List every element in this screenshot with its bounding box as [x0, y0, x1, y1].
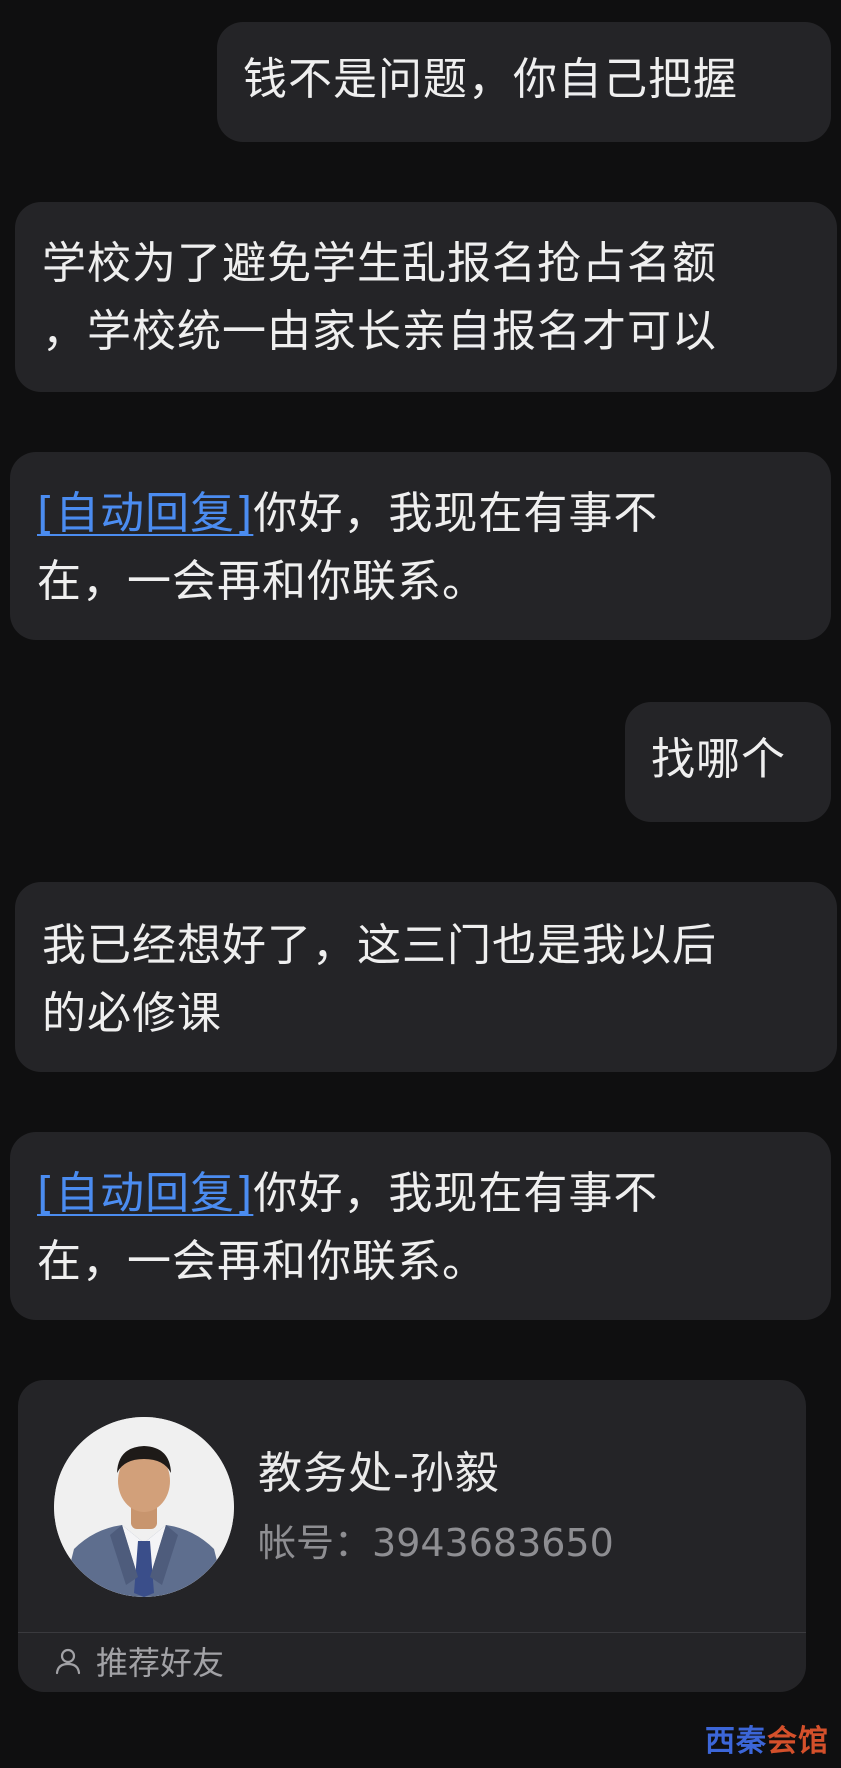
message-text: 在，一会再和你联系。 — [37, 556, 487, 607]
message-bubble-outgoing[interactable]: 找哪个 — [625, 702, 831, 822]
recommend-friend-footer[interactable]: 推荐好友 — [54, 1632, 224, 1690]
message-bubble-incoming[interactable]: 学校为了避免学生乱报名抢占名额 ，学校统一由家长亲自报名才可以 — [15, 202, 837, 392]
contact-name: 教务处-孙毅 — [258, 1448, 500, 1499]
message-text: 你好，我现在有事不 — [253, 488, 659, 539]
message-text: 在，一会再和你联系。 — [37, 1236, 487, 1287]
message-text: 学校为了避免学生乱报名抢占名额 — [42, 238, 717, 289]
recommend-friend-label: 推荐好友 — [96, 1644, 225, 1682]
account-number: 3943683650 — [372, 1521, 614, 1565]
auto-reply-link[interactable]: [自动回复] — [37, 488, 253, 539]
watermark-logo: 西秦会馆 — [705, 1724, 829, 1759]
auto-reply-bubble[interactable]: [自动回复]你好，我现在有事不 在，一会再和你联系。 — [10, 452, 831, 640]
message-text: 钱不是问题，你自己把握 — [243, 54, 738, 105]
contact-card[interactable]: 教务处-孙毅 帐号：3943683650 推荐好友 — [18, 1380, 806, 1692]
message-text: 你好，我现在有事不 — [253, 1168, 659, 1219]
message-bubble-incoming[interactable]: 我已经想好了，这三门也是我以后 的必修课 — [15, 882, 837, 1072]
account-id: 帐号：3943683650 — [258, 1518, 614, 1568]
message-text: ，学校统一由家长亲自报名才可以 — [42, 306, 717, 357]
avatar[interactable] — [54, 1417, 234, 1597]
message-text: 我已经想好了，这三门也是我以后 — [42, 920, 717, 971]
auto-reply-bubble[interactable]: [自动回复]你好，我现在有事不 在，一会再和你联系。 — [10, 1132, 831, 1320]
message-text: 找哪个 — [651, 734, 786, 785]
message-text: 的必修课 — [42, 988, 222, 1039]
message-bubble-outgoing[interactable]: 钱不是问题，你自己把握 — [217, 22, 831, 142]
user-icon — [54, 1647, 82, 1675]
account-label: 帐号： — [258, 1521, 373, 1565]
auto-reply-link[interactable]: [自动回复] — [37, 1168, 253, 1219]
